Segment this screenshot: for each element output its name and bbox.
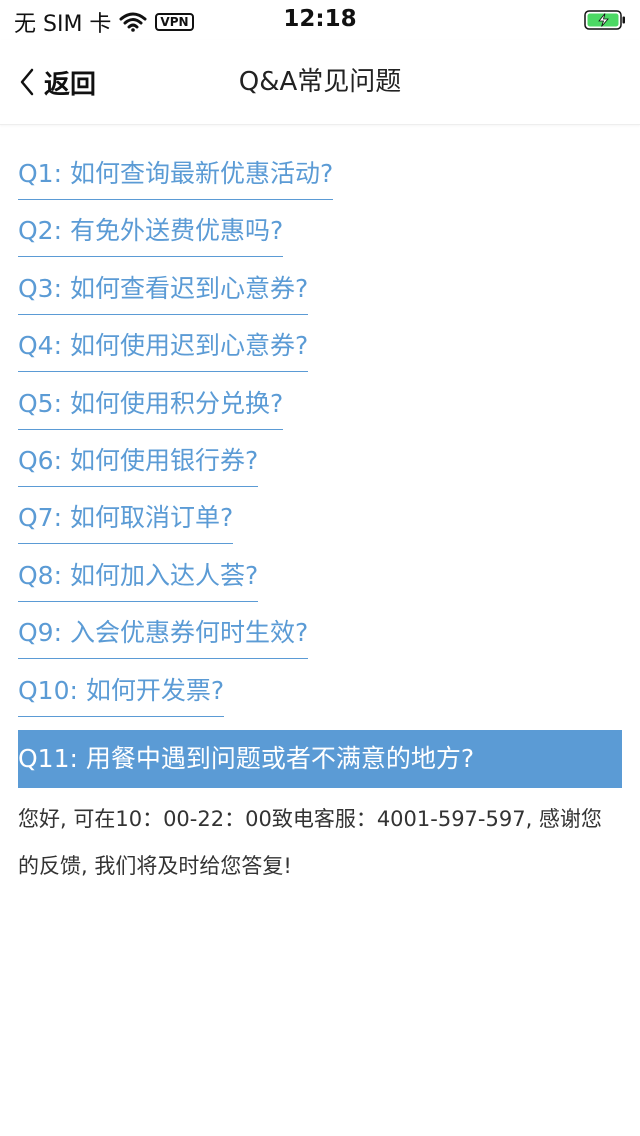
faq-question-7[interactable]: Q7: 如何取消订单? — [18, 500, 234, 545]
faq-question-6[interactable]: Q6: 如何使用银行券? — [18, 443, 259, 487]
faq-question-8[interactable]: Q8: 如何加入达人荟? — [18, 558, 259, 602]
faq-question-5[interactable]: Q5: 如何使用积分兑换? — [18, 386, 284, 430]
faq-question-4[interactable]: Q4: 如何使用迟到心意券? — [18, 328, 309, 373]
status-bar: 无 SIM 卡 VPN 12:18 — [0, 0, 640, 40]
battery-charging-icon — [584, 10, 625, 30]
status-time: 12:18 — [283, 6, 357, 32]
faq-question-2[interactable]: Q2: 有免外送费优惠吗? — [18, 213, 284, 258]
faq-question-3[interactable]: Q3: 如何查看迟到心意券? — [18, 271, 309, 315]
nav-bar: 返回 Q&A常见问题 — [0, 40, 640, 125]
page-title: Q&A常见问题 — [238, 67, 402, 97]
faq-question-10[interactable]: Q10: 如何开发票? — [18, 673, 225, 717]
faq-list: Q1: 如何查询最新优惠活动? Q2: 有免外送费优惠吗? Q3: 如何查看迟到… — [18, 156, 622, 890]
faq-answer: 您好, 可在10：00-22：00致电客服：4001-597-597, 感谢您的… — [18, 806, 602, 878]
faq-question-9[interactable]: Q9: 入会优惠券何时生效? — [18, 615, 309, 660]
faq-question-1[interactable]: Q1: 如何查询最新优惠活动? — [18, 156, 334, 200]
faq-question-11-active[interactable]: Q11: 用餐中遇到问题或者不满意的地方? — [18, 729, 622, 788]
